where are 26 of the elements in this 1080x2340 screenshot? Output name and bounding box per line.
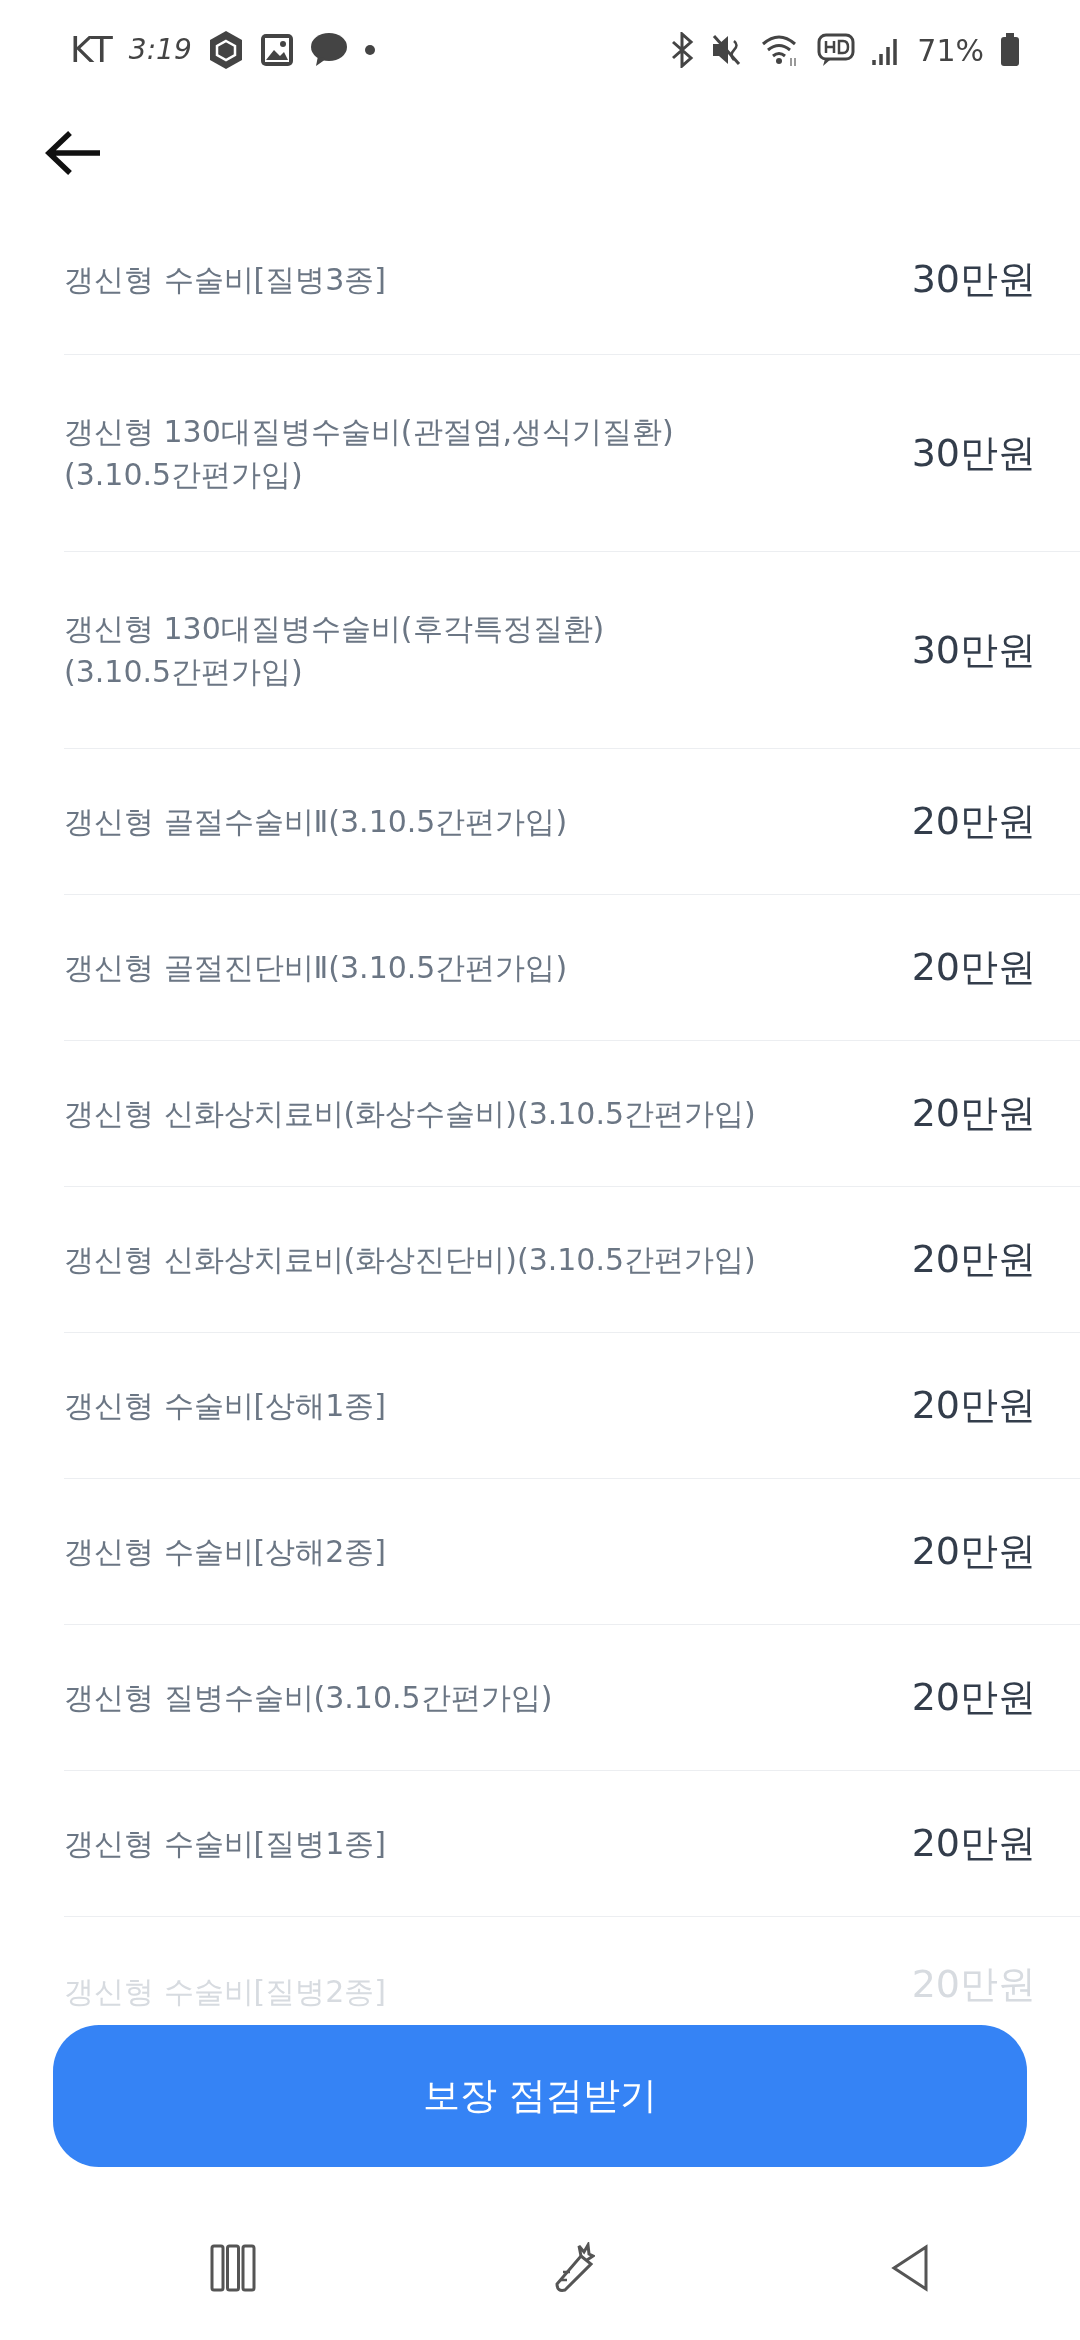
coverage-amount: 20만원	[911, 798, 1036, 845]
coverage-amount: 30만원	[911, 256, 1036, 303]
coverage-amount: 20만원	[911, 1820, 1036, 1867]
coverage-name: 갱신형 130대질병수술비(후각특정질환) (3.10.5간편가입)	[64, 609, 605, 691]
check-coverage-button[interactable]: 보장 점검받기	[53, 2025, 1027, 2167]
coverage-amount: 30만원	[911, 429, 1036, 477]
coverage-amount: 20만원	[911, 1090, 1036, 1137]
coverage-name: 갱신형 수술비[상해2종]	[64, 1532, 387, 1571]
coverage-name: 갱신형 신화상치료비(화상진단비)(3.10.5간편가입)	[64, 1240, 756, 1279]
coverage-name: 갱신형 수술비[질병1종]	[64, 1824, 387, 1863]
coverage-amount: 20만원	[911, 1528, 1036, 1575]
coverage-name: 갱신형 수술비[질병3종]	[64, 260, 387, 299]
coverage-name: 갱신형 질병수술비(3.10.5간편가입)	[64, 1678, 553, 1717]
coverage-amount: 20만원	[911, 1382, 1036, 1429]
coverage-amount: 20만원	[911, 1236, 1036, 1283]
coverage-name: 갱신형 골절진단비Ⅱ(3.10.5간편가입)	[64, 948, 568, 987]
coverage-name: 갱신형 신화상치료비(화상수술비)(3.10.5간편가입)	[64, 1094, 756, 1133]
clock-text: 3:19	[128, 32, 192, 68]
carrier-text: KT	[70, 28, 113, 72]
coverage-name: 갱신형 130대질병수술비(관절염,생식기질환) (3.10.5간편가입)	[64, 412, 674, 494]
coverage-amount: 20만원	[911, 1674, 1036, 1721]
coverage-amount: 30만원	[911, 626, 1036, 674]
coverage-name: 갱신형 수술비[상해1종]	[64, 1386, 387, 1425]
battery-percent-text: 71%	[917, 31, 984, 70]
coverage-amount: 20만원	[911, 944, 1036, 991]
coverage-name: 갱신형 골절수술비Ⅱ(3.10.5간편가입)	[64, 802, 568, 841]
